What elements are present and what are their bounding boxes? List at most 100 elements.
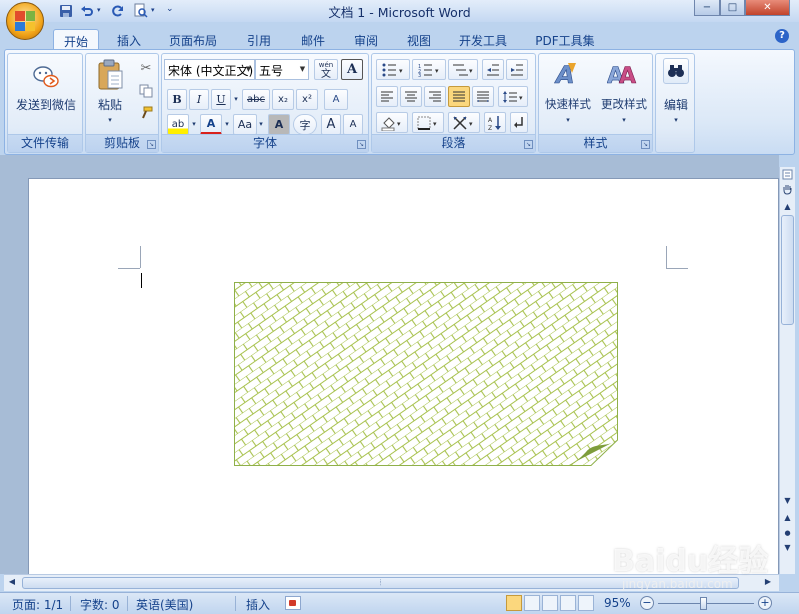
character-shading-button[interactable]: A (268, 114, 290, 135)
change-styles-icon[interactable]: AA (607, 58, 637, 90)
select-browse-object-icon[interactable]: ● (780, 525, 795, 540)
show-marks-button[interactable] (510, 112, 528, 133)
font-color-button[interactable]: A (200, 114, 222, 135)
font-size-combo[interactable]: 五号 ▼ (255, 59, 309, 80)
paragraph-launcher-icon[interactable]: ↘ (524, 140, 533, 149)
format-painter-icon[interactable] (137, 104, 155, 122)
tab-view[interactable]: 视图 (398, 29, 440, 50)
tab-home[interactable]: 开始 (53, 29, 99, 50)
tab-pdf-tools[interactable]: PDF工具集 (528, 29, 602, 50)
tab-developer[interactable]: 开发工具 (450, 29, 516, 50)
print-preview-icon[interactable] (131, 2, 149, 19)
full-screen-reading-view-icon[interactable] (524, 595, 540, 611)
cut-icon[interactable]: ✂ (137, 59, 155, 77)
office-button[interactable] (6, 2, 44, 40)
maximize-button[interactable]: □ (720, 0, 745, 16)
scroll-up-icon[interactable]: ▲ (780, 199, 795, 214)
zoom-in-button[interactable]: + (758, 596, 772, 610)
web-layout-view-icon[interactable] (542, 595, 558, 611)
phonetic-guide-button[interactable]: wén 文 (314, 59, 338, 80)
qat-more-icon[interactable]: ▾ (151, 6, 155, 14)
scroll-left-icon[interactable]: ◀ (6, 577, 18, 589)
font-size-dropdown-icon[interactable]: ▼ (297, 60, 308, 79)
copy-icon[interactable] (137, 82, 155, 100)
paste-button[interactable]: 粘贴 (90, 96, 130, 112)
word-count[interactable]: 字数: 0 (80, 596, 120, 613)
font-color-dropdown-icon[interactable]: ▾ (223, 117, 231, 131)
tab-review[interactable]: 审阅 (345, 29, 387, 50)
text-highlight-button[interactable]: ab (167, 114, 189, 135)
vertical-scrollbar[interactable]: ▲ ▼ ▲ ● ▼ (779, 167, 795, 574)
shrink-font-button[interactable]: A (343, 114, 363, 135)
font-launcher-icon[interactable]: ↘ (357, 140, 366, 149)
quick-styles-icon[interactable]: A (553, 58, 583, 90)
superscript-button[interactable]: x² (296, 89, 318, 110)
change-case-dropdown-icon[interactable]: ▾ (257, 117, 265, 131)
macro-record-icon[interactable] (285, 596, 301, 610)
tab-references[interactable]: 引用 (238, 29, 280, 50)
redo-icon[interactable] (108, 2, 126, 19)
chinese-layout-button[interactable]: ▾ (448, 112, 480, 133)
grow-font-button[interactable]: A (321, 114, 341, 135)
strikethrough-button[interactable]: abc (242, 89, 270, 110)
clipboard-launcher-icon[interactable]: ↘ (147, 140, 156, 149)
send-to-wechat-button[interactable]: 发送到微信 (8, 96, 84, 112)
justify-button[interactable] (448, 86, 470, 107)
zoom-level[interactable]: 95% (604, 596, 631, 610)
undo-dropdown-icon[interactable]: ▾ (97, 6, 101, 14)
save-icon[interactable] (57, 2, 75, 19)
decrease-indent-button[interactable] (482, 59, 504, 80)
folded-corner-shape[interactable] (234, 282, 618, 466)
next-page-icon[interactable]: ▼ (780, 540, 795, 555)
undo-icon[interactable] (78, 2, 96, 19)
sort-button[interactable]: AZ (484, 112, 506, 133)
paste-dropdown-icon[interactable]: ▾ (90, 114, 130, 126)
ruler-toggle-icon[interactable] (780, 167, 795, 182)
borders-button[interactable]: ▾ (412, 112, 444, 133)
enclose-characters-button[interactable]: 字 (293, 114, 317, 135)
scroll-down-icon[interactable]: ▼ (780, 493, 795, 508)
vertical-scroll-thumb[interactable] (781, 215, 794, 325)
font-name-dropdown-icon[interactable]: ▼ (243, 60, 254, 79)
pan-hand-icon[interactable] (780, 182, 795, 197)
clear-formatting-button[interactable]: A (324, 89, 348, 110)
change-case-button[interactable]: Aa (233, 114, 257, 135)
underline-dropdown-icon[interactable]: ▾ (232, 92, 240, 106)
change-styles-dropdown-icon[interactable]: ▾ (597, 114, 651, 126)
align-center-button[interactable] (400, 86, 422, 107)
help-icon[interactable]: ? (775, 29, 789, 43)
close-button[interactable]: ✕ (745, 0, 790, 16)
multilevel-list-button[interactable]: ▾ (448, 59, 478, 80)
quick-styles-dropdown-icon[interactable]: ▾ (541, 114, 595, 126)
bullets-button[interactable]: ▾ (376, 59, 410, 80)
print-layout-view-icon[interactable] (506, 595, 522, 611)
insert-mode-indicator[interactable]: 插入 (246, 596, 270, 613)
character-border-button[interactable]: A (341, 59, 363, 80)
draft-view-icon[interactable] (578, 595, 594, 611)
page-count[interactable]: 页面: 1/1 (12, 596, 63, 613)
underline-button[interactable]: U (211, 89, 231, 110)
previous-page-icon[interactable]: ▲ (780, 510, 795, 525)
highlight-dropdown-icon[interactable]: ▾ (190, 117, 198, 131)
zoom-slider-thumb[interactable] (700, 597, 707, 610)
tab-insert[interactable]: 插入 (108, 29, 150, 50)
bold-button[interactable]: B (167, 89, 187, 110)
paste-icon[interactable] (95, 58, 125, 92)
binoculars-icon[interactable] (663, 58, 689, 84)
tab-page-layout[interactable]: 页面布局 (162, 29, 224, 50)
change-styles-button[interactable]: 更改样式 (597, 96, 651, 112)
customize-qat-icon[interactable]: ⌄ (166, 4, 174, 14)
editing-button[interactable]: 编辑 (656, 96, 696, 112)
language-indicator[interactable]: 英语(美国) (136, 596, 193, 613)
minimize-button[interactable]: − (694, 0, 720, 16)
subscript-button[interactable]: x₂ (272, 89, 294, 110)
distributed-button[interactable] (472, 86, 494, 107)
quick-styles-button[interactable]: 快速样式 (541, 96, 595, 112)
zoom-out-button[interactable]: − (640, 596, 654, 610)
italic-button[interactable]: I (189, 89, 209, 110)
line-spacing-button[interactable]: ▾ (498, 86, 528, 107)
shading-button[interactable]: ▾ (376, 112, 408, 133)
numbering-button[interactable]: 1 2 3 ▾ (412, 59, 446, 80)
align-left-button[interactable] (376, 86, 398, 107)
tab-mailings[interactable]: 邮件 (292, 29, 334, 50)
